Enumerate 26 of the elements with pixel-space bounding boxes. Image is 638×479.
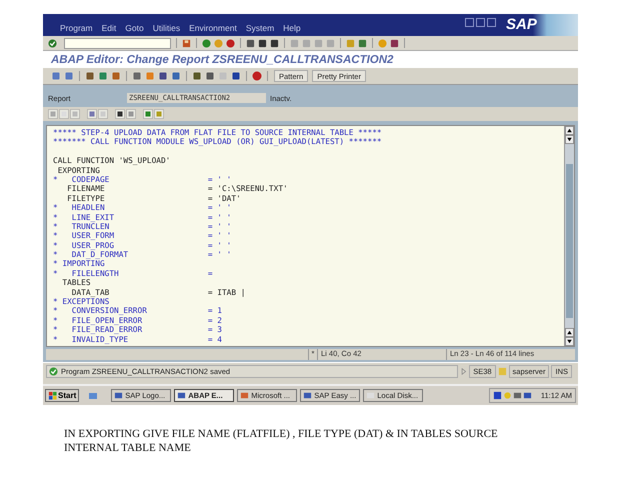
code-editor[interactable] (46, 125, 575, 347)
start-button[interactable]: Start (45, 389, 80, 402)
enter-icon[interactable] (48, 38, 57, 48)
minimize-icon[interactable] (465, 18, 474, 27)
menu-item[interactable]: Utilities (152, 23, 180, 33)
menu-item[interactable]: System (246, 23, 274, 33)
command-field[interactable] (64, 38, 171, 48)
save-icon[interactable] (182, 38, 191, 48)
menu-item[interactable]: Help (283, 23, 301, 33)
scroll-down-icon[interactable] (565, 337, 574, 346)
menu-item[interactable]: Edit (102, 23, 116, 33)
caption: IN EXPORTING GIVE FILE NAME (FLATFILE) , FILE TYPE (DAT) & IN TABLES SOURCE INTERNAL TABLE NAME (64, 427, 499, 455)
scroll-up-icon[interactable] (565, 126, 574, 135)
scroll-up-icon[interactable] (565, 328, 574, 337)
menu-item[interactable]: Environment (189, 23, 237, 33)
maximize-icon[interactable] (476, 18, 485, 27)
scroll-bar[interactable] (564, 126, 574, 346)
expand-icon[interactable] (460, 368, 468, 375)
screen-title: ABAP Editor: Change Report ZSREENU_CALLTRANSACTION2 (51, 54, 394, 66)
scroll-down-icon[interactable] (565, 135, 574, 144)
menu-item[interactable]: Goto (125, 23, 144, 33)
menu-item[interactable]: Program (60, 23, 93, 33)
scroll-thumb[interactable] (566, 164, 573, 318)
windows-icon (48, 391, 57, 400)
close-icon[interactable] (487, 18, 496, 27)
success-icon (49, 367, 58, 376)
